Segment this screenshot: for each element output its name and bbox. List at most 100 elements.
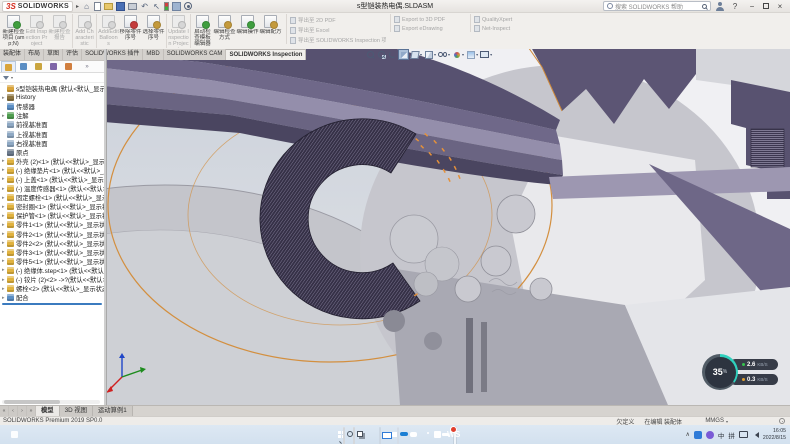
tree-item[interactable]: ▸ 螺栓<2> (默认<<默认>_显示状态 [0,284,104,293]
tree-item[interactable]: ▸ 前视基准面 [0,120,104,129]
restore-button[interactable] [763,3,769,9]
view-tab[interactable]: 运动算例1 [93,406,133,416]
ribbon-button[interactable]: Add/Edit Balloons [96,14,119,48]
ribbon-button[interactable]: 编辑检查方式 [213,14,236,48]
ribbon-button[interactable]: 启动检查模板编辑器 [190,14,213,48]
scrollbar-thumb[interactable] [4,400,60,404]
taskbar-app-icon[interactable] [379,427,381,444]
minimize-button[interactable]: − [746,2,758,11]
tree-filter[interactable]: ▾ [0,73,104,83]
export-menu-item[interactable]: QualityXpert [474,16,530,23]
command-tab[interactable]: 装配体 [0,49,25,60]
tree-item[interactable]: ▸ 固定螺栓<1> (默认<<默认>_显示 [0,193,104,202]
ribbon-button[interactable]: Edit Inspection Project [25,14,48,48]
chevron-down-icon[interactable]: ▾ [490,52,492,57]
search-icon[interactable] [702,4,707,9]
sheet-nav-button[interactable]: » [27,406,36,416]
ribbon-button[interactable]: 编辑配方 [259,14,282,48]
ribbon-button[interactable]: Update Inspection Project [166,14,189,48]
tree-item[interactable]: ▸ 配合 [0,293,104,302]
command-tab[interactable]: 布局 [25,49,44,60]
units-selector[interactable]: MMGS ▾ [705,418,728,424]
hud-percent-ring[interactable]: 35% [702,354,738,390]
taskbar-app-icon[interactable] [353,427,355,444]
volume-icon[interactable] [752,432,759,438]
tree-item[interactable]: ▸ 注解 [0,111,104,120]
titlebar-right: 搜索 SOLIDWORKS 帮助 ? − × [603,1,790,11]
tree-item[interactable]: ▸ (-) 绝缘垫片<1> (默认<<默认>_显 [0,166,104,175]
view-tab[interactable]: 3D 视图 [60,406,93,416]
tree-item[interactable]: ▸ 零件1<1> (默认<<默认>_显示状态 [0,220,104,229]
command-tab[interactable]: 评估 [63,49,82,60]
help-button[interactable]: ? [729,2,741,11]
taskbar-app-icon[interactable] [343,427,345,444]
ribbon-button-icon [196,15,209,28]
ribbon-button[interactable]: 选择零件序号 [142,14,165,48]
tray-app-icon[interactable] [694,431,702,439]
tree-item[interactable]: ▸ 密封圈<1> (默认<<默认>_显示状 [0,202,104,211]
tree-item[interactable]: ▸ 零件2<2> (默认<<默认>_显示状态 [0,239,104,248]
rollback-bar[interactable] [2,303,102,305]
command-tab[interactable]: SOLIDWORKS CAM [164,49,227,60]
net-speed-hud[interactable]: 2.6 KB/S 0.3 KB/S 35% [700,354,790,394]
tray-app2-icon[interactable] [706,431,714,439]
help-search-input[interactable]: 搜索 SOLIDWORKS 帮助 [603,1,711,11]
tree-item[interactable]: ▸ 零件5<1> (默认<<默认>_显示状态 [0,257,104,266]
display-icon[interactable] [739,431,748,438]
command-tab[interactable]: SOLIDWORKS Inspection [226,49,306,60]
ribbon-button[interactable]: 移除零件序号 [119,14,142,48]
view-tab[interactable]: 模型 [36,406,60,416]
chevron-down-icon[interactable]: ▾ [476,52,478,57]
export-menu-item[interactable]: 导出至 2D PDF [290,16,386,24]
ribbon-button[interactable]: 新建检查项目 (amp;N) [2,14,25,48]
user-login-icon[interactable] [716,2,724,11]
tree-item[interactable]: ▸ (-) 铰片 (2)<2> ->?(默认<<默认> [0,275,104,284]
command-tab[interactable]: MBD [143,49,163,60]
tree-item[interactable]: ▸ 保护管<1> (默认<<默认>_显示状 [0,211,104,220]
chevron-down-icon[interactable]: ▾ [434,52,436,57]
panel-horizontal-scrollbar[interactable] [2,400,100,404]
tree-item[interactable]: ▸ (-) 温度传感器<1> (默认<<默认>_ [0,184,104,193]
sheet-nav-button[interactable]: « [0,406,9,416]
tree-item[interactable]: ▸ (-) 上盖<1> (默认<<默认>_显示状 [0,175,104,184]
panel-splitter[interactable] [104,49,107,405]
tree-item[interactable]: ▸ 右视基准面 [0,139,104,148]
tray-chevron-icon[interactable]: ∧ [686,431,690,438]
hud-percent-value: 35 [713,367,723,377]
ime-language-indicator[interactable]: 中 [718,430,725,440]
tree-item[interactable]: ▸ (-) 绝缘体.step<1> (默认<<默认> [0,266,104,275]
ribbon-button[interactable]: Add Characteristic [72,14,95,48]
export-menu-item[interactable]: Export eDrawing [394,25,466,32]
chevron-down-icon[interactable]: ▾ [462,52,464,57]
model-3d-view[interactable] [104,49,790,405]
tree-item[interactable]: ▸ 零件2<1> (默认<<默认>_显示状态 [0,230,104,239]
export-menu-item[interactable]: Export to 3D PDF [394,16,466,23]
export-menu-item[interactable]: Net-Inspect [474,25,530,32]
export-menu-item[interactable]: 导出至 Excel [290,26,386,34]
tree-item[interactable]: ▸ 传感器 [0,102,104,111]
ime-mode-indicator[interactable]: 拼 [728,430,735,440]
ribbon-button[interactable]: 新建检查报告 [48,14,71,48]
chevron-down-icon[interactable]: ▾ [448,52,450,57]
ribbon-button[interactable]: 编辑操作 [236,14,259,48]
solidworks-logo[interactable]: 3S SOLIDWORKS [2,1,73,12]
tree-item[interactable]: ▸ History [0,93,104,102]
sheet-nav-button[interactable]: › [18,406,27,416]
tree-item[interactable]: ▸ 外壳 (2)<1> (默认<<默认>_显示状 [0,157,104,166]
sheet-nav-button[interactable]: ‹ [9,406,18,416]
tree-item[interactable]: ▸ s型铠装热电偶 (默认<默认_显示状态-1 [0,84,104,93]
status-options-icon[interactable] [779,418,785,424]
command-tab[interactable]: 草图 [44,49,63,60]
filter-caret-icon[interactable]: ▾ [11,75,13,80]
chevron-down-icon[interactable]: ▾ [420,52,422,57]
tree-item[interactable]: ▸ 零件3<1> (默认<<默认>_显示状态 [0,248,104,257]
upload-dot-icon [742,363,745,366]
command-tab[interactable]: SOLIDWORKS 插件 [82,49,143,60]
tree-item[interactable]: ▸ 上视基准面 [0,129,104,138]
taskbar-app-icon[interactable] [397,427,399,444]
close-button[interactable]: × [774,2,786,11]
export-menu-item[interactable]: 导出至 SOLIDWORKS Inspection 项目 [290,36,386,44]
tree-item[interactable]: ▸ 原点 [0,148,104,157]
menu-expander-icon[interactable]: ▸ [76,3,79,10]
clock[interactable]: 16:05 2022/8/15 [763,428,786,441]
